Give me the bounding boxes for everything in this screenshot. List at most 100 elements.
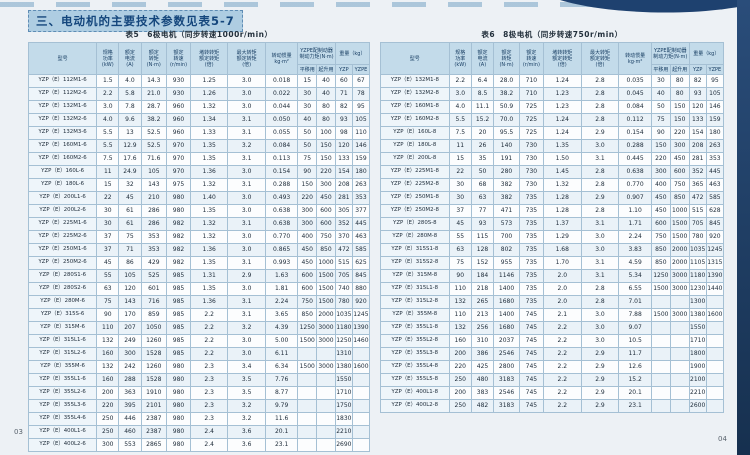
value-cell: 6.4 [471, 75, 493, 88]
value-cell: 2.8 [581, 101, 619, 114]
value-cell: 5.34 [619, 270, 652, 283]
model-cell: YZP（E）355L1-8 [381, 322, 450, 335]
value-cell: 750 [317, 231, 336, 244]
value-cell: 63 [449, 244, 471, 257]
value-cell: 82 [689, 75, 706, 88]
value-cell: 250 [97, 426, 119, 439]
value-cell: 3000 [317, 361, 336, 374]
value-cell: 2.2 [449, 75, 471, 88]
value-cell: 3.5 [228, 374, 266, 387]
value-cell: 1.35 [190, 205, 228, 218]
table5-panel: 表5 6极电机（同步转速1000r/min） 型号 规格 功率 (kW) 额定 … [28, 29, 370, 452]
model-cell: YZP（E）112M1-6 [29, 75, 97, 88]
value-cell: 0.084 [619, 101, 652, 114]
table-row: YZP（E）132M1-63.07.828.79601.323.00.04430… [29, 101, 370, 114]
value-cell: 750 [670, 179, 689, 192]
value-cell: 3.1 [581, 218, 619, 231]
value-cell: 6.11 [265, 348, 297, 361]
value-cell: 7.5 [449, 127, 471, 140]
table-row: YZP（E）250M1-637713539821.363.00.86545085… [29, 244, 370, 257]
table5-6pole-motors: 型号 规格 功率 (kW) 额定 电流 (A) 额定 转矩 (N·m) 额定 转… [28, 42, 370, 452]
header-locked-rotor-torque: 堵转转矩 额定转矩 (倍) [190, 43, 228, 75]
table-row: YZP（E）160M2-67.517.671.69701.353.10.1137… [29, 153, 370, 166]
value-cell [317, 413, 336, 426]
value-cell: 3183 [494, 400, 520, 413]
header-speed: 额定 转速 (r/min) [167, 43, 191, 75]
value-cell: 24.9 [119, 166, 141, 179]
value-cell: 95 [352, 101, 369, 114]
table-row: YZP（E）112M1-61.54.014.39301.253.00.01815… [29, 75, 370, 88]
table6-caption: 表6 8极电机（同步转速750r/min） [380, 29, 724, 40]
value-cell: 0.288 [619, 140, 652, 153]
value-cell [298, 348, 317, 361]
value-cell: 700 [494, 231, 520, 244]
value-cell: 15 [97, 179, 119, 192]
value-cell: 982 [167, 244, 191, 257]
value-cell: 146 [706, 101, 723, 114]
header-weight-group: 重量（kg） [689, 43, 723, 65]
value-cell: 3.0 [228, 231, 266, 244]
value-cell: 20.1 [619, 387, 652, 400]
value-cell: 1.28 [543, 205, 581, 218]
value-cell: 286 [141, 218, 167, 231]
value-cell: 70.0 [494, 114, 520, 127]
value-cell: 30 [97, 205, 119, 218]
value-cell: 1.35 [543, 140, 581, 153]
model-cell: YZP（E）400L1-8 [381, 387, 450, 400]
table-row: YZP（E）355L1-616028815289802.33.57.761550 [29, 374, 370, 387]
value-cell: 100 [317, 127, 336, 140]
value-cell: 12.6 [619, 361, 652, 374]
value-cell [352, 348, 369, 361]
value-cell: 0.055 [265, 127, 297, 140]
value-cell: 735 [519, 244, 543, 257]
value-cell: 310 [471, 335, 493, 348]
model-cell: YZP（E）132M1-6 [29, 101, 97, 114]
value-cell: 5.5 [97, 140, 119, 153]
value-cell: 55 [449, 231, 471, 244]
value-cell: 75 [651, 114, 670, 127]
value-cell: 220 [298, 192, 317, 205]
value-cell: 725 [519, 101, 543, 114]
value-cell: 780 [689, 231, 706, 244]
value-cell: 133 [689, 114, 706, 127]
value-cell: 730 [519, 179, 543, 192]
value-cell: 1.35 [190, 153, 228, 166]
model-cell: YZP（E）132M1-8 [381, 75, 450, 88]
value-cell: 980 [167, 439, 191, 452]
table-row: YZP（E）355L4-625044623879802.33.211.61830 [29, 413, 370, 426]
value-cell: 110 [97, 322, 119, 335]
value-cell: 8.77 [265, 387, 297, 400]
value-cell: 2.8 [581, 205, 619, 218]
value-cell: 463 [706, 179, 723, 192]
value-cell: 745 [519, 335, 543, 348]
value-cell: 20 [471, 127, 493, 140]
value-cell: 2210 [335, 426, 352, 439]
table6-header: 型号 规格 功率 (kW) 额定 电流 (A) 额定 转矩 (N·m) 额定 转… [381, 43, 724, 75]
value-cell: 1.36 [190, 244, 228, 257]
value-cell: 3.1 [228, 114, 266, 127]
value-cell: 2.0 [543, 296, 581, 309]
value-cell: 980 [167, 192, 191, 205]
value-cell: 300 [119, 348, 141, 361]
value-cell: 716 [141, 296, 167, 309]
value-cell: 2800 [494, 361, 520, 374]
value-cell: 30 [298, 101, 317, 114]
value-cell: 207 [119, 322, 141, 335]
value-cell: 1380 [689, 309, 706, 322]
value-cell: 80 [317, 101, 336, 114]
value-cell: 2.3 [190, 374, 228, 387]
value-cell: 77 [471, 205, 493, 218]
table-row: YZP（E）200L2-630612869801.353.00.63830060… [29, 205, 370, 218]
value-cell: 105 [141, 166, 167, 179]
value-cell [298, 400, 317, 413]
value-cell: 140 [494, 140, 520, 153]
value-cell: 600 [651, 218, 670, 231]
value-cell: 3.1 [228, 309, 266, 322]
value-cell: 850 [651, 257, 670, 270]
value-cell: 735 [519, 218, 543, 231]
value-cell: 383 [471, 387, 493, 400]
model-cell: YZP（E）160M1-6 [29, 140, 97, 153]
value-cell: 160 [449, 335, 471, 348]
value-cell: 2.8 [581, 296, 619, 309]
value-cell: 1680 [494, 296, 520, 309]
